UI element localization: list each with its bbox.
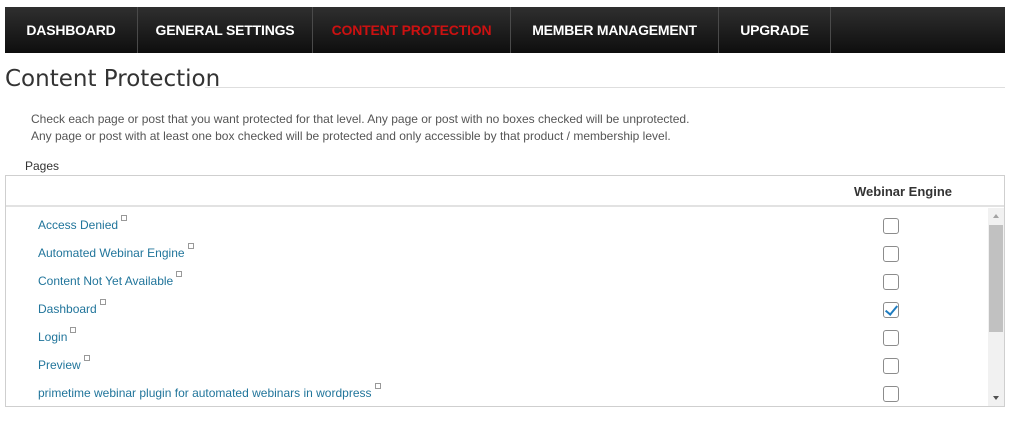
table-header: Webinar Engine bbox=[6, 176, 1004, 207]
protect-checkbox-login[interactable] bbox=[883, 330, 899, 346]
description: Check each page or post that you want pr… bbox=[31, 111, 689, 145]
external-link-icon[interactable] bbox=[176, 271, 183, 277]
scrollbar-thumb[interactable] bbox=[989, 225, 1003, 332]
page-title: Content Protection bbox=[5, 66, 221, 92]
table-row: Login bbox=[6, 320, 986, 348]
table-row: Access Denied bbox=[6, 208, 986, 236]
column-header-webinar-engine: Webinar Engine bbox=[854, 184, 952, 199]
external-link-icon[interactable] bbox=[70, 327, 77, 333]
external-link-icon[interactable] bbox=[99, 299, 106, 305]
protect-checkbox-access-denied[interactable] bbox=[883, 218, 899, 234]
protect-checkbox-content-not-yet-available[interactable] bbox=[883, 274, 899, 290]
page-link-automated-webinar-engine[interactable]: Automated Webinar Engine bbox=[38, 243, 194, 260]
protect-checkbox-primetime-webinar-plugin[interactable] bbox=[883, 386, 899, 402]
page-link-access-denied[interactable]: Access Denied bbox=[38, 215, 128, 232]
scroll-down-arrow-icon[interactable] bbox=[988, 390, 1004, 406]
page-link-primetime-webinar-plugin[interactable]: primetime webinar plugin for automated w… bbox=[38, 383, 381, 400]
tab-content-protection[interactable]: CONTENT PROTECTION bbox=[313, 7, 511, 53]
external-link-icon[interactable] bbox=[187, 243, 194, 249]
pages-protection-table: Webinar Engine Access Denied Automated W… bbox=[5, 175, 1005, 407]
page-link-preview[interactable]: Preview bbox=[38, 355, 90, 372]
description-line-2: Any page or post with at least one box c… bbox=[31, 129, 671, 143]
page-link-dashboard[interactable]: Dashboard bbox=[38, 299, 106, 316]
tab-general-settings[interactable]: GENERAL SETTINGS bbox=[138, 7, 313, 53]
table-row: primetime webinar plugin for automated w… bbox=[6, 376, 986, 404]
vertical-scrollbar[interactable] bbox=[988, 208, 1004, 406]
pages-section-label: Pages bbox=[25, 159, 60, 173]
page-link-content-not-yet-available[interactable]: Content Not Yet Available bbox=[38, 271, 183, 288]
external-link-icon[interactable] bbox=[83, 355, 90, 361]
table-row: Dashboard bbox=[6, 292, 986, 320]
table-row: Content Not Yet Available bbox=[6, 264, 986, 292]
tab-upgrade[interactable]: UPGRADE bbox=[719, 7, 831, 53]
table-row: Preview bbox=[6, 348, 986, 376]
top-navigation: DASHBOARD GENERAL SETTINGS CONTENT PROTE… bbox=[5, 7, 1005, 53]
tab-member-management[interactable]: MEMBER MANAGEMENT bbox=[511, 7, 719, 53]
tab-dashboard[interactable]: DASHBOARD bbox=[5, 7, 138, 53]
page-link-login[interactable]: Login bbox=[38, 327, 77, 344]
description-line-1: Check each page or post that you want pr… bbox=[31, 112, 690, 126]
protect-checkbox-dashboard[interactable] bbox=[883, 302, 899, 318]
table-row: Automated Webinar Engine bbox=[6, 236, 986, 264]
external-link-icon[interactable] bbox=[374, 383, 381, 389]
external-link-icon[interactable] bbox=[121, 215, 128, 221]
scroll-up-arrow-icon[interactable] bbox=[988, 208, 1004, 224]
title-divider bbox=[205, 87, 1005, 88]
protect-checkbox-automated-webinar-engine[interactable] bbox=[883, 246, 899, 262]
protect-checkbox-preview[interactable] bbox=[883, 358, 899, 374]
